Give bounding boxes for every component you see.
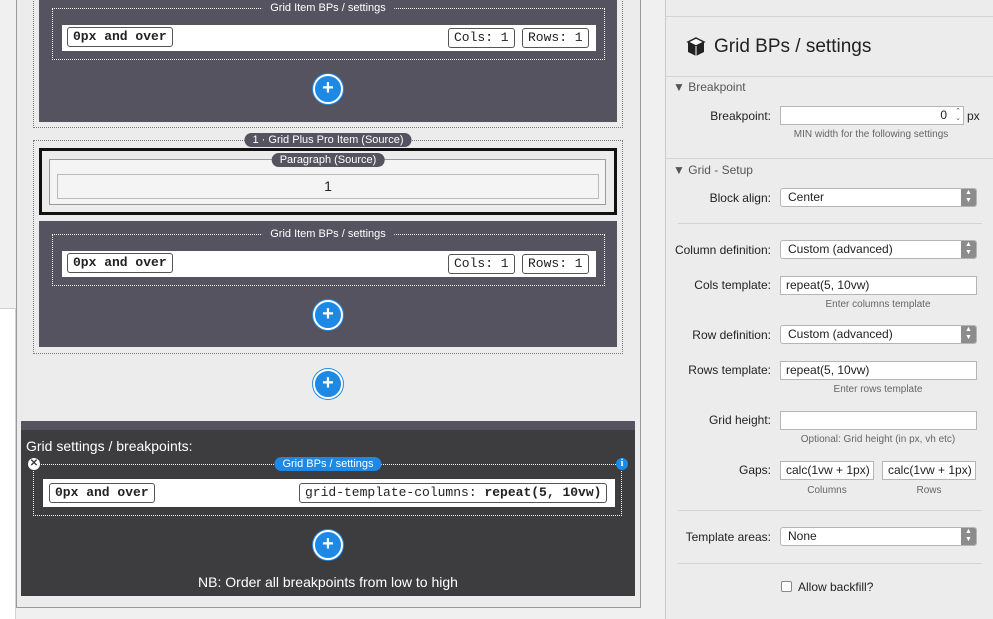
add-grid-item-button[interactable]: + — [313, 369, 343, 399]
allow-backfill-checkbox[interactable] — [781, 581, 792, 592]
paragraph-text: 1 — [324, 178, 332, 194]
grid-settings-title: Grid settings / breakpoints: — [26, 438, 193, 454]
grid-setup-section-toggle[interactable]: ▼ Grid - Setup — [673, 163, 753, 177]
paragraph-content[interactable]: 1 — [57, 174, 599, 199]
gap-columns-input[interactable]: calc(1vw + 1px) — [780, 461, 874, 480]
rows-template-input[interactable]: repeat(5, 10vw) — [780, 361, 977, 380]
block-align-label: Block align: — [709, 191, 771, 205]
grid-height-label: Grid height: — [708, 413, 771, 427]
gap-rows-hint: Rows — [916, 485, 942, 496]
inspector-title: Grid BPs / settings — [714, 36, 872, 57]
select-arrows-icon: ▲ ▼ — [961, 326, 976, 343]
select-arrows-icon: ▲ ▼ — [961, 241, 976, 258]
template-areas-value: None — [788, 529, 817, 543]
breakpoint-unit: px — [967, 109, 980, 123]
inspector-topband — [666, 0, 993, 17]
grid-height-hint: Optional: Grid height (in px, vh etc) — [800, 434, 956, 445]
column-definition-label: Column definition: — [674, 243, 771, 257]
separator — [678, 223, 982, 224]
row-definition-value: Custom (advanced) — [788, 327, 893, 341]
separator — [666, 76, 993, 77]
rows-badge: Rows: 1 — [522, 254, 589, 274]
cube-icon — [685, 36, 707, 58]
breakpoint-label[interactable]: 0px and over — [67, 253, 173, 273]
grid-settings-topbar — [21, 421, 635, 430]
block-align-select[interactable]: Center ▲ ▼ — [780, 188, 977, 207]
remove-icon[interactable]: ✕ — [28, 458, 40, 470]
grid-bps-tag: Grid BPs / settings — [274, 457, 382, 471]
inspector-panel: Grid BPs / settings ▼ Breakpoint Breakpo… — [665, 0, 993, 619]
breakpoint-label[interactable]: 0px and over — [67, 27, 173, 47]
select-arrows-icon: ▲ ▼ — [961, 189, 976, 206]
separator — [666, 158, 993, 159]
breakpoint-hint: MIN width for the following settings — [793, 129, 949, 140]
breakpoint-label: Breakpoint: — [710, 109, 771, 123]
column-definition-value: Custom (advanced) — [788, 242, 893, 256]
disclosure-triangle-icon: ▼ — [673, 80, 685, 94]
grid-item-source-label: 1 · Grid Plus Pro Item (Source) — [244, 133, 412, 147]
template-areas-select[interactable]: None ▲ ▼ — [780, 527, 977, 546]
separator — [678, 563, 982, 564]
disclosure-triangle-icon: ▼ — [673, 163, 685, 177]
add-breakpoint-button[interactable]: + — [313, 300, 343, 330]
breakpoint-order-note: NB: Order all breakpoints from low to hi… — [198, 574, 458, 590]
cols-badge: Cols: 1 — [448, 28, 515, 48]
select-arrows-icon: ▲ ▼ — [961, 528, 976, 545]
cols-template-label: Cols template: — [694, 278, 771, 292]
template-areas-label: Template areas: — [685, 530, 771, 544]
grid-item-bps-label-1: Grid Item BPs / settings — [262, 1, 394, 15]
cols-badge: Cols: 1 — [448, 254, 515, 274]
breakpoint-input[interactable]: 0 — [780, 106, 964, 125]
cols-template-input[interactable]: repeat(5, 10vw) — [780, 276, 977, 295]
breakpoint-label[interactable]: 0px and over — [49, 483, 155, 503]
breakpoint-section-title: Breakpoint — [688, 80, 746, 94]
block-align-value: Center — [788, 190, 825, 204]
row-definition-label: Row definition: — [692, 328, 771, 342]
add-breakpoint-button[interactable]: + — [313, 74, 343, 104]
breakpoint-stepper-icon[interactable]: ⌃ ⌄ — [953, 108, 963, 123]
info-icon[interactable]: i — [616, 458, 628, 470]
gap-columns-hint: Columns — [807, 485, 847, 496]
breakpoint-section-toggle[interactable]: ▼ Breakpoint — [673, 80, 746, 94]
separator — [678, 510, 982, 511]
grid-css-property: grid-template-columns: — [305, 485, 485, 500]
rows-template-hint: Enter rows template — [833, 384, 923, 395]
row-definition-select[interactable]: Custom (advanced) ▲ ▼ — [780, 325, 977, 344]
breakpoint-value: 0 — [940, 108, 947, 122]
gap-rows-input[interactable]: calc(1vw + 1px) — [882, 461, 976, 480]
grid-item-bps-label-2: Grid Item BPs / settings — [262, 227, 394, 241]
grid-css-badge: grid-template-columns: repeat(5, 10vw) — [299, 483, 608, 503]
grid-height-input[interactable] — [780, 411, 977, 430]
rows-badge: Rows: 1 — [522, 28, 589, 48]
grid-setup-section-title: Grid - Setup — [688, 163, 753, 177]
rows-template-label: Rows template: — [688, 363, 771, 377]
canvas-left-strip — [0, 308, 16, 619]
column-definition-select[interactable]: Custom (advanced) ▲ ▼ — [780, 240, 977, 259]
paragraph-source-label: Paragraph (Source) — [271, 153, 385, 167]
allow-backfill-label: Allow backfill? — [798, 580, 874, 594]
cols-template-hint: Enter columns template — [825, 299, 931, 310]
gaps-label: Gaps: — [738, 463, 771, 477]
add-grid-breakpoint-button[interactable]: + — [313, 530, 343, 560]
grid-css-value: repeat(5, 10vw) — [484, 485, 602, 500]
